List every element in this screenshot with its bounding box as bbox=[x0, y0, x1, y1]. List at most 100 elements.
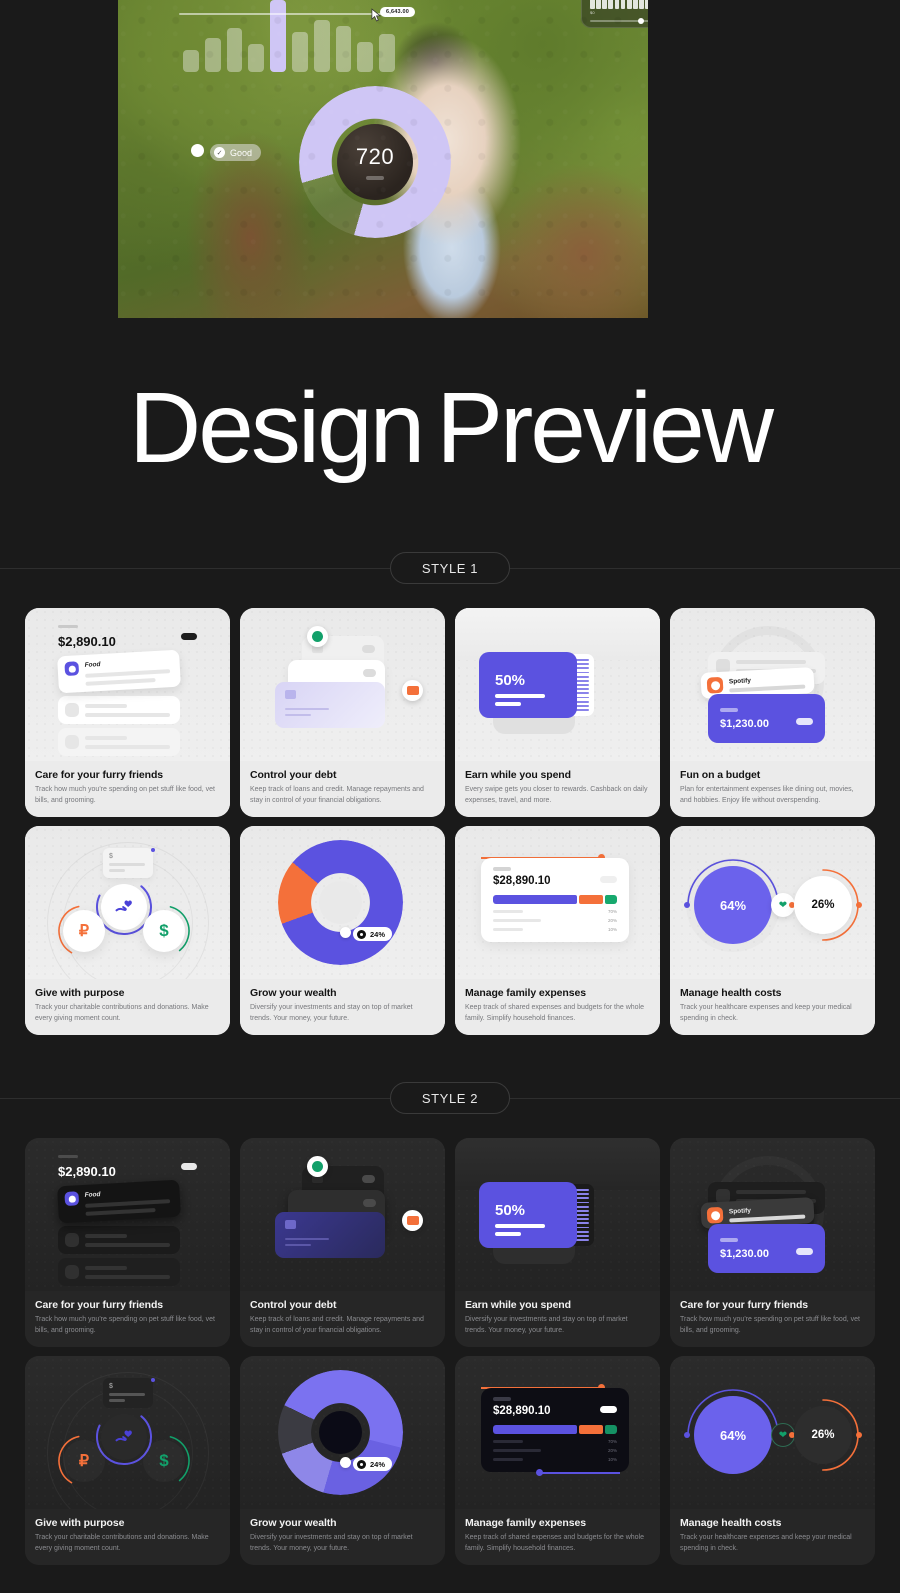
bar-chart-slider-track[interactable] bbox=[179, 13, 399, 15]
placeholder-line bbox=[736, 660, 806, 664]
accent-line-bottom bbox=[540, 1472, 620, 1474]
placeholder-line bbox=[85, 1275, 170, 1279]
food-icon bbox=[64, 1191, 80, 1207]
range-ticks bbox=[590, 0, 648, 9]
transaction-row-food[interactable]: Food bbox=[57, 1179, 181, 1224]
card-line bbox=[285, 714, 311, 716]
minus-icon[interactable] bbox=[796, 718, 813, 725]
feature-card[interactable]: $28,890.10 70% 20% 10% Manage family exp… bbox=[455, 826, 660, 1035]
feature-card-illustration bbox=[240, 1138, 445, 1292]
transaction-row[interactable] bbox=[58, 696, 180, 724]
feature-card[interactable]: Control your debt Keep track of loans an… bbox=[240, 608, 445, 817]
feature-card-illustration: $28,890.10 70% 20% 10% bbox=[455, 1356, 660, 1510]
placeholder-line bbox=[85, 736, 127, 740]
donut-handle[interactable] bbox=[340, 927, 351, 938]
credit-card-icon[interactable] bbox=[402, 1210, 423, 1231]
feature-card[interactable]: 50% Earn while you spend Diversify your … bbox=[455, 1138, 660, 1347]
feature-card[interactable]: $28,890.10 70% 20% 10% Manage family exp… bbox=[455, 1356, 660, 1565]
feature-card[interactable]: $ ₽ $ Give with purpose Track your chari… bbox=[25, 1356, 230, 1565]
legend-value: 10% bbox=[607, 1457, 617, 1462]
transaction-row[interactable] bbox=[58, 1258, 180, 1286]
legend-value: 20% bbox=[607, 918, 617, 923]
bar-segment-green bbox=[605, 895, 617, 904]
ruble-currency-icon[interactable]: ₽ bbox=[63, 1440, 105, 1482]
minus-icon[interactable] bbox=[600, 876, 617, 883]
gauge-handle[interactable] bbox=[191, 144, 204, 157]
bar-segment-purple bbox=[493, 1425, 577, 1434]
debt-card-stack bbox=[262, 1156, 423, 1270]
minus-icon[interactable] bbox=[181, 1163, 197, 1170]
feature-card[interactable]: 64% ❤ 26% Manage health costs Track your… bbox=[670, 1356, 875, 1565]
feature-card-description: Track how much you're spending on pet st… bbox=[680, 1316, 860, 1335]
feature-card-meta: Give with purpose Track your charitable … bbox=[25, 1509, 230, 1565]
feature-card[interactable]: 24% Grow your wealth Diversify your inve… bbox=[240, 826, 445, 1035]
donut-percent: 24% bbox=[370, 929, 386, 939]
legend-value: 10% bbox=[607, 927, 617, 932]
feature-card[interactable]: Spotify $1,230.00 Fun on a budget Plan f… bbox=[670, 608, 875, 817]
placeholder-line bbox=[85, 713, 170, 717]
health-secondary-circle: 26% bbox=[794, 1406, 852, 1464]
feature-card[interactable]: 50% Earn while you spend Every swipe get… bbox=[455, 608, 660, 817]
feature-card[interactable]: $ ₽ $ Give with purpose Track your chari… bbox=[25, 826, 230, 1035]
money-bag-icon[interactable] bbox=[307, 1156, 328, 1177]
budget-amount-card: $1,230.00 bbox=[708, 694, 825, 743]
placeholder-line bbox=[85, 1243, 170, 1247]
minus-icon[interactable] bbox=[600, 1406, 617, 1413]
feature-card-description: Keep track of shared expenses and budget… bbox=[465, 1534, 645, 1553]
expense-legend: 70% 20% 10% bbox=[493, 1439, 617, 1466]
transaction-row[interactable] bbox=[58, 1226, 180, 1254]
bar-chart-bar bbox=[291, 32, 308, 72]
tick bbox=[590, 0, 595, 9]
feature-card-meta: Care for your furry friends Track how mu… bbox=[25, 1291, 230, 1347]
placeholder-icon bbox=[65, 735, 79, 749]
bar-chart-bar bbox=[204, 38, 221, 72]
range-min-label: $0 bbox=[590, 10, 595, 15]
range-slider-handle[interactable] bbox=[638, 17, 644, 24]
feature-card-illustration: $ ₽ $ bbox=[25, 1356, 230, 1510]
transaction-row-food[interactable]: Food bbox=[57, 649, 181, 694]
pet-amount: $2,890.10 bbox=[58, 1164, 116, 1179]
legend-value: 70% bbox=[607, 909, 617, 914]
page-title-part2: Preview bbox=[436, 372, 774, 484]
score-subbar bbox=[366, 176, 384, 180]
hero-range-widget: $0 $11,454.32 bbox=[581, 0, 648, 28]
feature-card-meta: Control your debt Keep track of loans an… bbox=[240, 1291, 445, 1347]
minus-icon[interactable] bbox=[796, 1248, 813, 1255]
feature-card-description: Track your charitable contributions and … bbox=[35, 1534, 209, 1553]
health-secondary-circle: 26% bbox=[794, 876, 852, 934]
feature-card[interactable]: 24% Grow your wealth Diversify your inve… bbox=[240, 1356, 445, 1565]
money-bag-icon[interactable] bbox=[307, 626, 328, 647]
cursor-icon bbox=[371, 8, 382, 22]
feature-card-illustration: $2,890.10 Food bbox=[25, 1138, 230, 1292]
credit-card-icon[interactable] bbox=[402, 680, 423, 701]
feature-card[interactable]: $2,890.10 Food Care for your furry frien… bbox=[25, 608, 230, 817]
feature-card-title: Fun on a budget bbox=[680, 769, 761, 782]
placeholder-line bbox=[495, 694, 545, 698]
donut-value-badge: 24% bbox=[353, 1457, 393, 1471]
food-icon bbox=[64, 661, 80, 677]
range-slider-track[interactable] bbox=[590, 20, 648, 22]
budget-widget: Spotify $1,230.00 bbox=[690, 1156, 845, 1278]
feature-card[interactable]: $2,890.10 Food Care for your furry frien… bbox=[25, 1138, 230, 1347]
placeholder-line bbox=[109, 869, 125, 872]
feature-card[interactable]: 64% ❤ 26% Manage health costs Track your… bbox=[670, 826, 875, 1035]
placeholder-line bbox=[85, 1199, 171, 1208]
feature-card-description: Diversify your investments and stay on t… bbox=[250, 1004, 413, 1023]
minus-icon[interactable] bbox=[181, 633, 197, 640]
dollar-currency-icon[interactable]: $ bbox=[143, 1440, 185, 1482]
pet-amount: $2,890.10 bbox=[58, 634, 116, 649]
ruble-currency-icon[interactable]: ₽ bbox=[63, 910, 105, 952]
placeholder-line bbox=[495, 702, 521, 706]
feature-card-meta: Earn while you spend Every swipe gets yo… bbox=[455, 761, 660, 817]
placeholder-line bbox=[109, 1399, 125, 1402]
page-title-part1: Design bbox=[129, 372, 425, 484]
transaction-row[interactable] bbox=[58, 728, 180, 756]
tick bbox=[596, 0, 601, 9]
donut-handle[interactable] bbox=[340, 1457, 351, 1468]
dollar-currency-icon[interactable]: $ bbox=[143, 910, 185, 952]
placeholder-line bbox=[85, 1266, 127, 1270]
feature-card[interactable]: Control your debt Keep track of loans an… bbox=[240, 1138, 445, 1347]
feature-card[interactable]: Spotify $1,230.00 Care for your furry fr… bbox=[670, 1138, 875, 1347]
feature-card-illustration: 24% bbox=[240, 826, 445, 980]
bar-chart-bar-selected[interactable] bbox=[270, 0, 286, 72]
